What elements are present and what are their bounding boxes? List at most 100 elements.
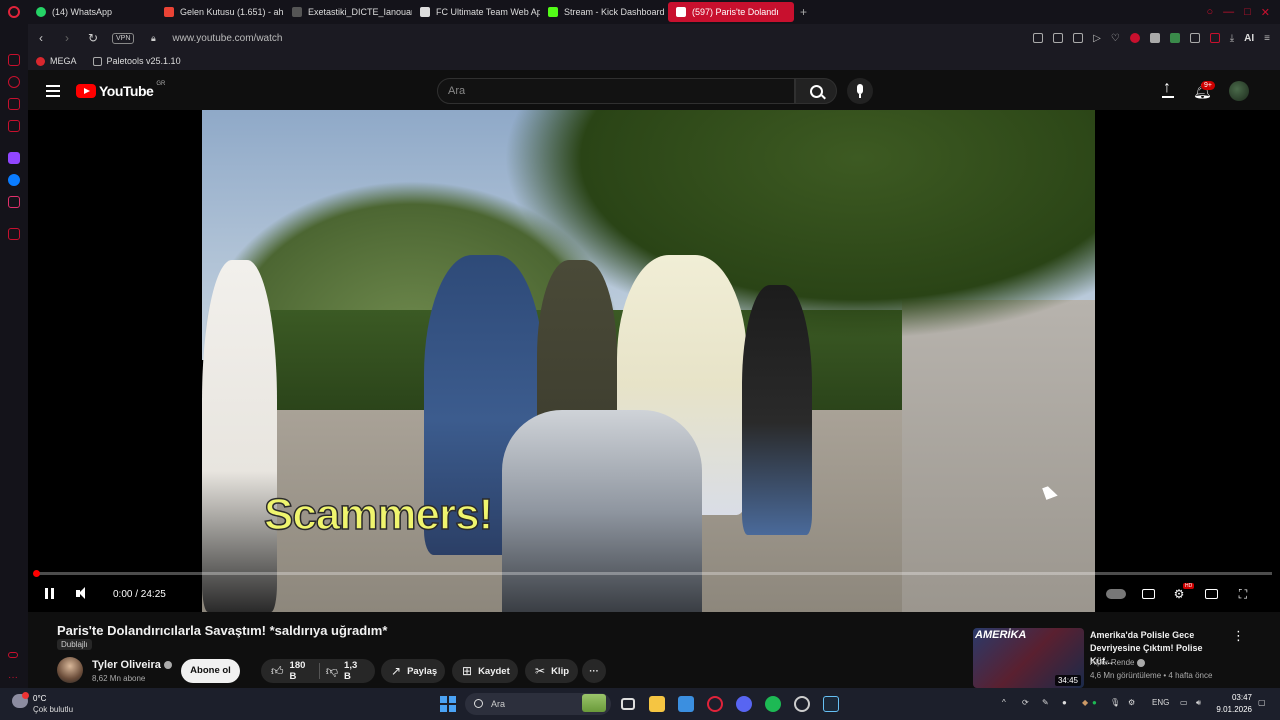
pin-icon[interactable] [1033, 33, 1044, 43]
vpn-badge[interactable]: VPN [112, 32, 135, 44]
wallet-icon[interactable] [1209, 33, 1220, 43]
tray-chrome-icon[interactable]: ● [1062, 698, 1067, 707]
sidebar-aria-icon[interactable] [8, 76, 20, 88]
spotify-icon[interactable] [765, 696, 781, 712]
extension-green-icon[interactable] [1169, 33, 1180, 43]
download-icon[interactable]: ⤓ [1230, 33, 1234, 44]
recommended-channel[interactable]: Alper Rende [1090, 658, 1146, 667]
video-frame[interactable]: Scammers! [202, 110, 1095, 612]
recommended-video-thumbnail[interactable]: AMERİKA 34:45 [973, 628, 1084, 688]
video-player[interactable]: Scammers! 0:00 / 24:25 ⚙︎ HD ⛶ [28, 110, 1280, 612]
notifications-icon[interactable]: ▢ [1258, 698, 1266, 707]
speaker-icon[interactable]: 🔊︎ [1196, 698, 1201, 708]
account-avatar[interactable] [1229, 81, 1249, 101]
menu-icon[interactable]: ≡ [1264, 33, 1270, 44]
like-icon[interactable]: 👍︎ [271, 664, 284, 679]
file-explorer-icon[interactable] [649, 696, 665, 712]
tray-steam-icon[interactable]: ⚙︎ [1128, 698, 1135, 707]
dislike-count[interactable]: 1,3 B [344, 660, 365, 682]
bookmark-mega[interactable]: MEGA [36, 56, 77, 66]
maximize-icon[interactable]: □ [1244, 6, 1251, 19]
subtitles-icon[interactable] [1140, 585, 1156, 603]
subscribe-button[interactable]: Abone ol [181, 659, 240, 683]
language-indicator[interactable]: ENG [1152, 698, 1169, 707]
lock-icon[interactable]: 🔒︎ [146, 33, 160, 44]
youtube-logo[interactable]: YouTube GR [76, 81, 165, 99]
close-icon[interactable]: ✕ [1261, 6, 1270, 19]
hamburger-menu-icon[interactable] [46, 85, 60, 97]
more-actions-button[interactable]: ··· [582, 659, 606, 683]
gx-icon[interactable] [8, 652, 18, 658]
sidebar-pin-icon[interactable] [8, 228, 20, 240]
clip-button[interactable]: ✂ Klip [525, 659, 578, 683]
theater-mode-icon[interactable] [1203, 585, 1219, 603]
more-icon[interactable]: ··· [8, 673, 20, 686]
bookmark-paletools[interactable]: Paletools v25.1.10 [92, 56, 181, 66]
tab-whatsapp[interactable]: (14) WhatsApp [28, 0, 156, 24]
clock-time[interactable]: 03:47 [1226, 693, 1252, 702]
snapshot-icon[interactable] [1053, 33, 1064, 43]
tray-app-icon[interactable]: ◆ [1082, 698, 1088, 707]
tray-sync-icon[interactable]: ⟳ [1022, 698, 1029, 707]
kebab-menu-icon[interactable]: ⋮ [1232, 628, 1245, 644]
minimize-icon[interactable]: — [1223, 6, 1234, 19]
heart-icon[interactable]: ♡ [1111, 33, 1120, 44]
weather-description[interactable]: Çok bulutlu [33, 705, 73, 714]
opera-gx-icon[interactable] [707, 696, 723, 712]
twitch-icon[interactable] [8, 152, 20, 164]
microphone-icon[interactable] [847, 78, 873, 104]
new-tab-button[interactable]: + [794, 5, 813, 19]
messenger-icon[interactable] [8, 174, 20, 186]
save-button[interactable]: ⊞ Kaydet [452, 659, 518, 683]
tray-mic-icon[interactable]: 🎙︎ [1110, 698, 1120, 707]
pause-icon[interactable] [44, 585, 56, 599]
channel-name[interactable]: Tyler Oliveira [92, 659, 172, 671]
network-icon[interactable]: ▭ [1180, 698, 1188, 707]
search-icon[interactable] [795, 78, 837, 104]
task-view-icon[interactable] [621, 698, 635, 710]
steam-badge-icon[interactable] [794, 696, 810, 712]
tab-kick[interactable]: Stream - Kick Dashboard [540, 0, 668, 24]
clock-date[interactable]: 9.01.2026 [1215, 705, 1252, 714]
sidebar-notes-icon[interactable] [8, 120, 20, 132]
autoplay-toggle[interactable] [1106, 589, 1126, 599]
opera-logo[interactable] [0, 0, 28, 24]
tab-fc-ultimate[interactable]: FC Ultimate Team Web Ap [412, 0, 540, 24]
back-icon[interactable]: ‹ [34, 31, 48, 45]
instagram-icon[interactable] [8, 196, 20, 208]
steam-icon[interactable] [823, 696, 839, 712]
tray-chevron-icon[interactable]: ^ [1002, 698, 1006, 707]
sidebar-chat-icon[interactable] [8, 98, 20, 110]
like-count[interactable]: 180 B [290, 660, 313, 682]
channel-avatar[interactable] [57, 657, 83, 683]
tab-gmail[interactable]: Gelen Kutusu (1.651) - ahm [156, 0, 284, 24]
windows-start-icon[interactable] [440, 696, 456, 712]
shield-icon[interactable] [1073, 33, 1084, 43]
progress-bar[interactable] [36, 572, 1272, 575]
volume-icon[interactable] [76, 585, 90, 603]
forward-icon[interactable]: › [60, 31, 74, 45]
share-button[interactable]: ↗ Paylaş [381, 659, 445, 683]
reload-icon[interactable]: ↻ [86, 31, 100, 45]
dislike-icon[interactable]: 👎︎ [326, 664, 338, 679]
photos-icon[interactable] [678, 696, 694, 712]
progress-scrubber[interactable] [33, 570, 40, 577]
tab-youtube-active[interactable]: (597) Paris'te Dolandı [668, 2, 794, 22]
tab-exetastiki[interactable]: Exetastiki_DICTE_Ianouar [284, 0, 412, 24]
weather-temperature[interactable]: 0°C [33, 694, 46, 703]
search-highlight-icon[interactable] [582, 694, 606, 712]
tray-pen-icon[interactable]: ✎ [1042, 698, 1049, 707]
upload-icon[interactable] [1161, 79, 1175, 99]
ai-icon[interactable]: AI [1244, 33, 1254, 44]
extension-gray-icon[interactable] [1149, 33, 1160, 43]
search-input[interactable]: Ara [437, 78, 795, 104]
play-icon[interactable]: ▷ [1093, 33, 1101, 44]
url-field[interactable]: www.youtube.com/watch [172, 33, 282, 44]
search-tabs-icon[interactable]: ○ [1206, 6, 1213, 19]
tray-spotify-icon[interactable]: ● [1092, 698, 1097, 707]
fullscreen-icon[interactable]: ⛶ [1235, 585, 1251, 603]
discord-icon[interactable] [736, 696, 752, 712]
extensions-icon[interactable] [1189, 33, 1200, 43]
sidebar-music-icon[interactable] [8, 54, 20, 66]
extension-red-icon[interactable] [1129, 33, 1140, 43]
